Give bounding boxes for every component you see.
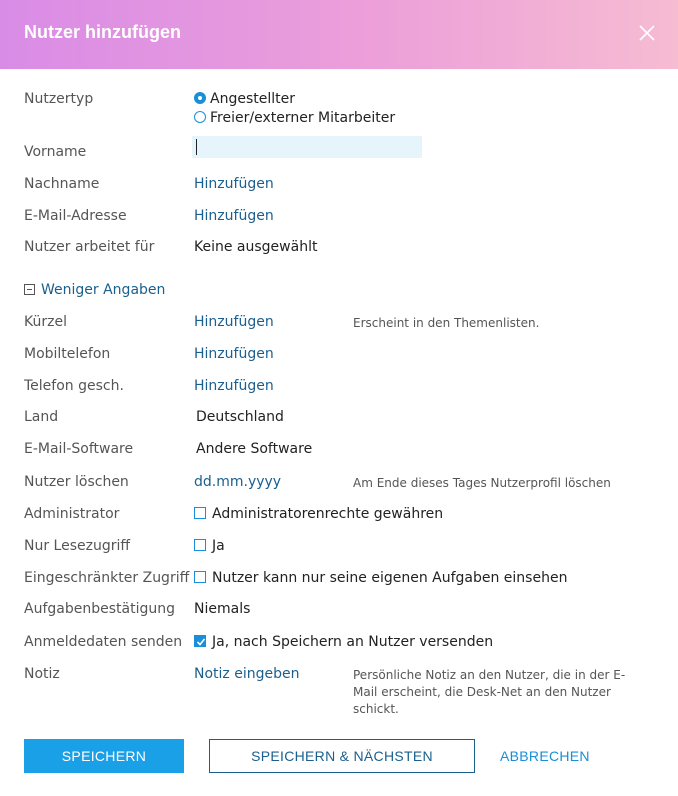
checkbox-unchecked-icon[interactable]: [194, 507, 206, 519]
phone-business-add-link[interactable]: Hinzufügen: [194, 378, 274, 394]
row-less-details: Weniger Angaben: [0, 282, 678, 308]
note-hint-line-2: Mail erscheint, die Desk-Net an den Nutz…: [353, 685, 611, 699]
row-user-type: Nutzertyp Angestellter Freier/externer M…: [0, 91, 678, 126]
row-works-for: Nutzer arbeitet für Keine ausgewählt: [0, 239, 678, 265]
administrator-label: Administrator: [24, 506, 120, 522]
send-credentials-checkbox[interactable]: Ja, nach Speichern an Nutzer versenden: [194, 634, 493, 650]
restricted-checkbox[interactable]: Nutzer kann nur seine eigenen Aufgaben e…: [194, 570, 567, 586]
dialog-title: Nutzer hinzufügen: [24, 22, 181, 42]
works-for-label: Nutzer arbeitet für: [24, 239, 155, 255]
administrator-checkbox-label: Administratorenrechte gewähren: [212, 506, 444, 522]
administrator-checkbox[interactable]: Administratorenrechte gewähren: [194, 506, 443, 522]
checkbox-unchecked-icon[interactable]: [194, 539, 206, 551]
last-name-label: Nachname: [24, 176, 100, 192]
abbreviation-add-link[interactable]: Hinzufügen: [194, 314, 274, 330]
read-only-checkbox-label: Ja: [212, 538, 225, 554]
text-caret: [196, 139, 197, 155]
row-first-name: Vorname: [0, 136, 678, 170]
mobile-add-link[interactable]: Hinzufügen: [194, 346, 274, 362]
mobile-label: Mobiltelefon: [24, 346, 111, 362]
user-type-label: Nutzertyp: [24, 91, 94, 107]
note-hint-line-1: Persönliche Notiz an den Nutzer, die in …: [353, 668, 626, 682]
row-restricted: Eingeschränkter Zugriff Nutzer kann nur …: [0, 570, 678, 596]
note-label: Notiz: [24, 666, 60, 682]
row-task-confirmation: Aufgabenbestätigung Niemals: [0, 601, 678, 627]
read-only-checkbox[interactable]: Ja: [194, 538, 225, 554]
row-send-credentials: Anmeldedaten senden Ja, nach Speichern a…: [0, 634, 678, 660]
row-mobile: Mobiltelefon Hinzufügen: [0, 346, 678, 372]
row-phone-business: Telefon gesch. Hinzufügen: [0, 378, 678, 404]
delete-user-hint: Am Ende dieses Tages Nutzerprofil lösche…: [353, 476, 611, 490]
radio-freelancer-label: Freier/externer Mitarbeiter: [210, 110, 396, 126]
send-credentials-label: Anmeldedaten senden: [24, 634, 183, 650]
abbreviation-label: Kürzel: [24, 314, 67, 330]
restricted-label: Eingeschränkter Zugriff: [24, 570, 190, 586]
close-icon[interactable]: [638, 24, 656, 42]
first-name-input[interactable]: [192, 136, 422, 158]
email-label: E-Mail-Adresse: [24, 208, 127, 224]
works-for-select[interactable]: Keine ausgewählt: [194, 239, 317, 255]
checkbox-unchecked-icon[interactable]: [194, 571, 206, 583]
email-add-link[interactable]: Hinzufügen: [194, 208, 274, 224]
less-details-toggle[interactable]: Weniger Angaben: [24, 282, 165, 298]
country-select[interactable]: Deutschland: [196, 409, 284, 425]
radio-employee-label: Angestellter: [210, 91, 295, 107]
less-details-label: Weniger Angaben: [41, 282, 166, 298]
note-hint-line-3: schickt.: [353, 702, 399, 716]
row-country: Land Deutschland: [0, 409, 678, 435]
country-label: Land: [24, 409, 59, 425]
row-last-name: Nachname Hinzufügen: [0, 176, 678, 202]
dialog-header: Nutzer hinzufügen: [0, 0, 678, 69]
radio-selected-icon[interactable]: [194, 92, 206, 104]
email-software-label: E-Mail-Software: [24, 441, 134, 457]
abbreviation-hint: Erscheint in den Themenlisten.: [353, 316, 540, 330]
row-abbreviation: Kürzel Hinzufügen Erscheint in den Theme…: [0, 314, 678, 340]
delete-user-label: Nutzer löschen: [24, 474, 129, 490]
row-delete-user: Nutzer löschen dd.mm.yyyy Am Ende dieses…: [0, 474, 678, 500]
last-name-add-link[interactable]: Hinzufügen: [194, 176, 274, 192]
note-input-link[interactable]: Notiz eingeben: [194, 666, 299, 682]
restricted-checkbox-label: Nutzer kann nur seine eigenen Aufgaben e…: [212, 570, 568, 586]
checkbox-checked-icon[interactable]: [194, 635, 206, 647]
row-read-only: Nur Lesezugriff Ja: [0, 538, 678, 564]
email-software-select[interactable]: Andere Software: [196, 441, 312, 457]
row-administrator: Administrator Administratorenrechte gewä…: [0, 506, 678, 532]
read-only-label: Nur Lesezugriff: [24, 538, 131, 554]
radio-employee[interactable]: Angestellter: [194, 91, 295, 107]
save-button[interactable]: SPEICHERN: [24, 739, 184, 773]
task-confirmation-select[interactable]: Niemals: [194, 601, 250, 617]
row-email: E-Mail-Adresse Hinzufügen: [0, 208, 678, 234]
save-next-button[interactable]: SPEICHERN & NÄCHSTEN: [209, 739, 475, 773]
delete-date-input[interactable]: dd.mm.yyyy: [194, 474, 281, 490]
task-confirmation-label: Aufgabenbestätigung: [24, 601, 175, 617]
cancel-button[interactable]: ABBRECHEN: [500, 739, 600, 773]
radio-unselected-icon[interactable]: [194, 111, 206, 123]
radio-freelancer[interactable]: Freier/externer Mitarbeiter: [194, 110, 395, 126]
row-note: Notiz Notiz eingeben Persönliche Notiz a…: [0, 666, 678, 722]
row-email-software: E-Mail-Software Andere Software: [0, 441, 678, 467]
first-name-label: Vorname: [24, 144, 87, 160]
send-credentials-checkbox-label: Ja, nach Speichern an Nutzer versenden: [212, 634, 494, 650]
phone-business-label: Telefon gesch.: [24, 378, 124, 394]
collapse-icon: [24, 284, 35, 295]
